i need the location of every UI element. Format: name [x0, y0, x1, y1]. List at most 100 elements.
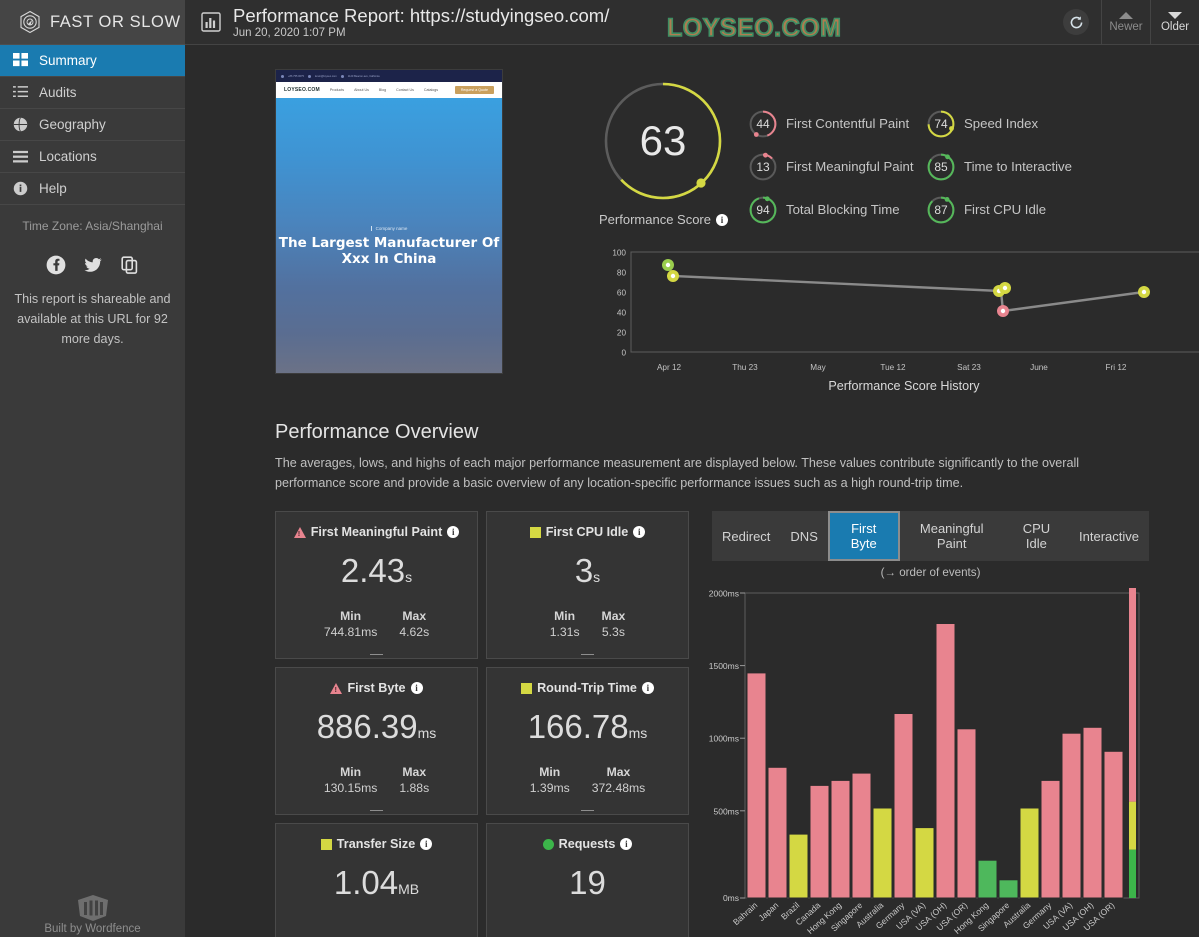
metric-label: Total Blocking Time — [786, 201, 900, 217]
metric-value: 87 — [934, 202, 948, 217]
sidebar: FAST OR SLOW Summary Audits Geography Lo… — [0, 0, 185, 937]
x-tick-sweden: Japan — [756, 900, 780, 923]
tab-first-byte[interactable]: First Byte — [827, 511, 900, 561]
timezone-label: Time Zone: Asia/Shanghai — [22, 219, 163, 233]
max-value: 5.3s — [601, 625, 625, 639]
min-value: 744.81ms — [323, 625, 378, 639]
bar-usa-va — [1061, 732, 1082, 899]
sidebar-item-geography[interactable]: Geography — [0, 109, 185, 141]
card-title: First CPU Idle — [545, 525, 629, 539]
sidebar-item-summary[interactable]: Summary — [0, 45, 185, 77]
card-value-unit: ms — [417, 725, 437, 741]
info-icon[interactable]: i — [410, 682, 423, 694]
sidebar-item-help[interactable]: Help — [0, 173, 185, 205]
min-label: Min — [340, 609, 362, 623]
card-header: First Meaningful Paint i — [293, 525, 460, 539]
refresh-icon — [1070, 15, 1082, 28]
thumbnail-phone: +86 755 0075 — [288, 74, 304, 78]
top-header: Performance Report: https://studyingseo.… — [185, 0, 1199, 45]
sidebar-item-locations[interactable]: Locations — [0, 141, 185, 173]
card-trend: — — [581, 802, 594, 817]
brand-name: FAST OR SLOW — [50, 12, 181, 31]
card-title: Transfer Size — [336, 837, 416, 851]
metric-ring: 87 — [926, 195, 956, 225]
copy-link-icon[interactable] — [120, 255, 140, 275]
thumbnail-nav-item: Contact Us — [396, 88, 414, 92]
metric-time-to-interactive[interactable]: 85 Time to Interactive — [926, 148, 1072, 185]
bar-brazil — [935, 623, 956, 899]
bars-icon — [12, 149, 28, 165]
tab-interactive[interactable]: Interactive — [1069, 511, 1149, 561]
facebook-icon[interactable] — [46, 255, 66, 275]
card-value-number: 1.04 — [333, 864, 399, 901]
performance-score-history-chart[interactable]: 100 80 60 40 20 0 Apr 12 Thu 23 May Tue … — [599, 246, 1199, 401]
card-round-trip-time[interactable]: Round-Trip Time i 166.78ms Min 1.39ms Max… — [486, 667, 689, 817]
card-value: 166.78ms — [528, 709, 648, 751]
performance-metric-comparison-chart[interactable]: 2000ms 1500ms 1000ms 500ms 0ms Bahrain J… — [705, 585, 1199, 937]
max-label: Max — [402, 609, 427, 623]
info-circle-icon — [12, 181, 28, 197]
tab-meaningful-paint[interactable]: Meaningful Paint — [900, 511, 1004, 561]
newer-report-button[interactable]: Newer — [1101, 0, 1150, 45]
info-icon[interactable]: i — [716, 213, 728, 226]
sidebar-item-label: Audits — [39, 85, 77, 100]
twitter-icon[interactable] — [83, 255, 103, 275]
card-title: First Meaningful Paint — [310, 525, 443, 539]
min-value: 130.15ms — [323, 781, 378, 795]
metric-first-contentful-paint[interactable]: 44 First Contentful Paint — [748, 105, 916, 142]
chevron-down-icon — [1168, 11, 1182, 19]
metric-ring: 13 — [748, 152, 778, 182]
legend-yellow-band — [1129, 801, 1136, 850]
report-timestamp: Jun 20, 2020 1:07 PM — [233, 26, 346, 39]
min-value: 1.31s — [549, 625, 580, 639]
card-first-byte[interactable]: First Byte i 886.39ms Min 130.15ms Max 1.8… — [275, 667, 478, 817]
bar-australia — [1019, 807, 1040, 899]
bar-usa-oh — [1082, 726, 1103, 899]
performance-score-caption: Performance Score i — [599, 212, 728, 227]
sidebar-item-audits[interactable]: Audits — [0, 77, 185, 109]
metric-total-blocking-time[interactable]: 94 Total Blocking Time — [748, 191, 916, 228]
info-icon[interactable]: i — [641, 682, 654, 694]
bar-ireland — [851, 772, 872, 899]
card-value-unit: s — [593, 569, 601, 585]
min-label: Min — [340, 765, 362, 779]
pin-icon — [340, 74, 344, 78]
tab-cpu-idle[interactable]: CPU Idle — [1004, 511, 1069, 561]
card-value: 1.04MB — [334, 865, 419, 907]
summary-top-section: +86 755 0075 kevin@loyseo.com 1120 Beaco… — [185, 45, 1199, 401]
bar-singapore — [998, 879, 1019, 899]
metric-speed-index[interactable]: 74 Speed Index — [926, 105, 1072, 142]
tab-dns[interactable]: DNS — [780, 511, 827, 561]
social-share-row — [0, 255, 185, 275]
thumbnail-eyebrow: Company name — [370, 226, 407, 231]
x-tick-s-africa: Bahrain — [731, 900, 760, 927]
y-tick-80: 80 — [617, 269, 627, 278]
metric-value: 13 — [756, 159, 770, 174]
card-value: 886.39ms — [317, 709, 437, 751]
info-icon[interactable]: i — [620, 838, 633, 850]
card-requests[interactable]: Requests i 19 — — [486, 823, 689, 937]
metric-first-cpu-idle[interactable]: 87 First CPU Idle — [926, 191, 1072, 228]
x-tick-apr12: Apr 12 — [657, 363, 682, 372]
card-value-number: 19 — [569, 864, 606, 901]
phone-icon — [281, 74, 284, 78]
performance-score-block: 63 Performance Score i — [599, 77, 728, 227]
tab-redirect[interactable]: Redirect — [712, 511, 780, 561]
max-value: 372.48ms — [591, 781, 646, 795]
info-icon[interactable]: i — [420, 838, 433, 850]
info-icon[interactable]: i — [633, 526, 646, 538]
site-screenshot-thumbnail[interactable]: +86 755 0075 kevin@loyseo.com 1120 Beaco… — [275, 69, 503, 374]
max-label: Max — [402, 765, 427, 779]
max-label: Max — [601, 609, 626, 623]
card-first-cpu-idle[interactable]: First CPU Idle i 3s Min 1.31s Max 5.3s — — [486, 511, 689, 661]
refresh-button[interactable] — [1063, 9, 1089, 35]
info-icon[interactable]: i — [447, 526, 460, 538]
performance-overview-section: Performance Overview The averages, lows,… — [185, 421, 1199, 937]
metric-first-meaningful-paint[interactable]: 13 First Meaningful Paint — [748, 148, 916, 185]
card-first-meaningful-paint[interactable]: First Meaningful Paint i 2.43s Min 744.81… — [275, 511, 478, 661]
thumbnail-nav-item: Blog — [378, 88, 387, 92]
older-report-button[interactable]: Older — [1150, 0, 1199, 45]
built-by-label: Built by Wordfence — [44, 923, 141, 935]
card-transfer-size[interactable]: Transfer Size i 1.04MB — — [275, 823, 478, 937]
newer-label: Newer — [1109, 20, 1143, 33]
